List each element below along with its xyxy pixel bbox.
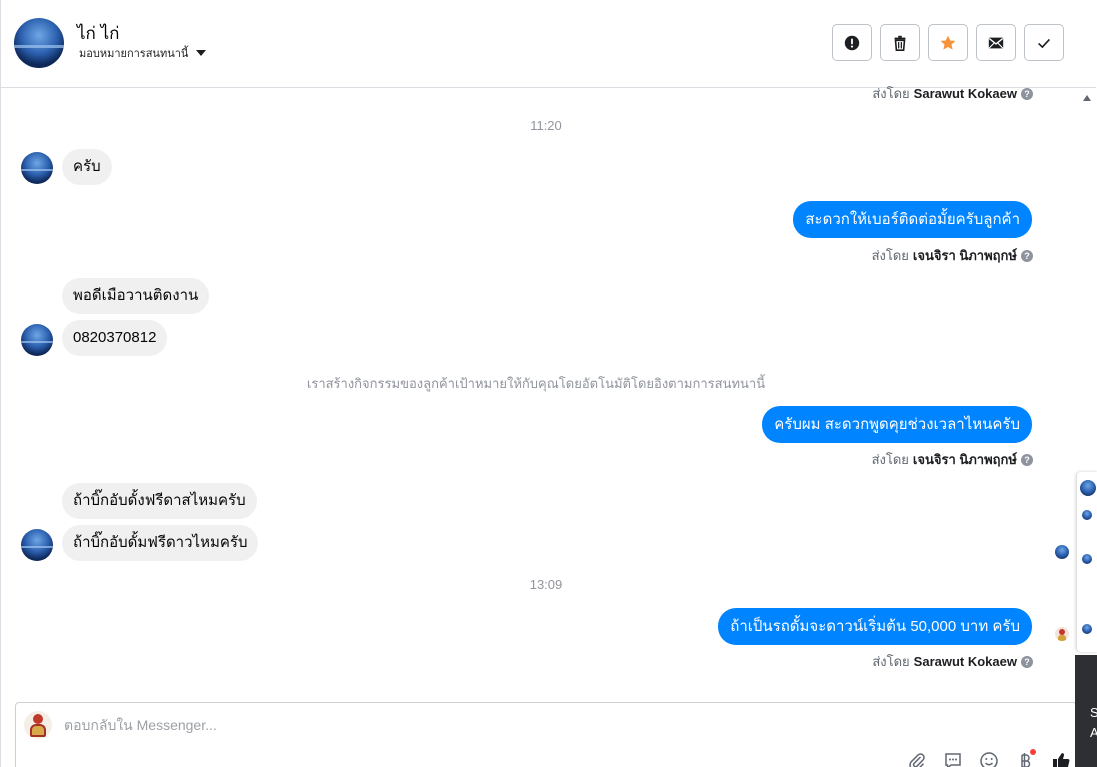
chat-head-avatar[interactable] [1082, 510, 1092, 520]
chat-head-avatar[interactable] [1082, 624, 1092, 634]
help-icon[interactable]: ? [1021, 87, 1033, 100]
paperclip-icon [909, 753, 925, 767]
sender-name: เจนจิรา นิภาพฤกษ์ [912, 248, 1017, 263]
caret-down-icon [196, 50, 207, 56]
emoji-button[interactable] [978, 751, 1000, 767]
payment-button[interactable] [1014, 749, 1036, 767]
help-icon[interactable]: ? [1021, 655, 1033, 668]
attach-button[interactable] [906, 751, 928, 767]
star-button[interactable] [928, 24, 968, 61]
incoming-message[interactable]: ครับ [62, 149, 112, 185]
sent-by-label: ส่งโดย Sarawut Kokaew ? [872, 651, 1033, 672]
trash-icon [894, 35, 906, 51]
side-chat-heads-panel[interactable] [1077, 472, 1097, 652]
contact-name[interactable]: ไก่ ไก่ [77, 20, 119, 47]
reply-composer [15, 702, 1077, 767]
assign-conversation-dropdown[interactable]: มอบหมายการสนทนานี้ [79, 44, 207, 62]
sent-by-label: ส่งโดย เจนจิรา นิภาพฤกษ์ ? [872, 245, 1033, 266]
sent-by-label: ส่งโดย Sarawut Kokaew ? [872, 83, 1033, 104]
seen-indicator-avatar [1055, 545, 1069, 559]
sent-by-label: ส่งโดย เจนจิรา นิภาพฤกษ์ ? [872, 449, 1033, 470]
scroll-up-arrow-icon[interactable] [1083, 95, 1091, 101]
envelope-icon [988, 37, 1004, 48]
like-icon [1053, 753, 1070, 767]
side-dark-panel[interactable]: S A [1075, 655, 1097, 767]
incoming-message[interactable]: 0820370812 [62, 320, 168, 356]
incoming-message[interactable]: ถ้าบิ๊กอับดั้มฟรีดาวไหมครับ [62, 525, 259, 561]
saved-reply-icon [945, 753, 961, 767]
chat-head-avatar[interactable] [1080, 480, 1096, 496]
incoming-message[interactable]: ถ้าบิ๊กอับดั้งฟรีดาสไหมครับ [62, 483, 257, 519]
exclamation-circle-icon [844, 35, 860, 50]
sender-name: Sarawut Kokaew [913, 654, 1017, 669]
outgoing-message[interactable]: ถ้าเป็นรถดั้มจะดาวน์เริ่มต้น 50,000 บาท … [718, 608, 1032, 645]
outgoing-message[interactable]: สะดวกให้เบอร์ติดต่อมั้ยครับลูกค้า [793, 201, 1032, 238]
saved-replies-button[interactable] [942, 751, 964, 767]
mark-unread-button[interactable] [976, 24, 1016, 61]
system-note: เราสร้างกิจกรรมของลูกค้าเป้าหมายให้กับคุ… [306, 376, 766, 391]
contact-avatar[interactable] [14, 18, 64, 68]
agent-read-avatar [1055, 627, 1069, 641]
like-button[interactable] [1050, 751, 1072, 767]
header-actions [832, 24, 1064, 61]
composer-tools [906, 749, 1072, 767]
contact-avatar-small [21, 324, 53, 356]
mark-spam-button[interactable] [832, 24, 872, 61]
mark-done-button[interactable] [1024, 24, 1064, 61]
help-icon[interactable]: ? [1021, 249, 1033, 262]
incoming-message[interactable]: พอดีเมือวานติดงาน [62, 278, 210, 314]
agent-avatar [24, 711, 52, 739]
reply-input[interactable] [64, 717, 964, 733]
timestamp-separator: 13:09 [529, 577, 563, 592]
conversation-view: ไก่ ไก่ มอบหมายการสนทนานี้ ส่งโดย Sarawu… [0, 0, 1097, 767]
sender-name: เจนจิรา นิภาพฤกษ์ [912, 452, 1017, 467]
checkmark-icon [1038, 38, 1050, 48]
emoji-icon [980, 752, 998, 767]
panel-fragment-text: A [1090, 725, 1097, 740]
outgoing-message[interactable]: ครับผม สะดวกพูดคุยช่วงเวลาไหนครับ [762, 406, 1032, 443]
panel-fragment-text: S [1090, 705, 1097, 720]
contact-avatar-small [21, 529, 53, 561]
timestamp-separator: 11:20 [530, 118, 562, 133]
help-icon[interactable]: ? [1021, 453, 1033, 466]
contact-avatar-small [21, 152, 53, 184]
delete-button[interactable] [880, 24, 920, 61]
star-icon [940, 35, 956, 50]
sender-name: Sarawut Kokaew [913, 86, 1017, 101]
conversation-header: ไก่ ไก่ มอบหมายการสนทนานี้ [1, 0, 1096, 88]
assign-label: มอบหมายการสนทนานี้ [79, 48, 189, 60]
notification-dot [1030, 749, 1036, 755]
chat-head-avatar[interactable] [1082, 554, 1092, 564]
message-thread[interactable]: ส่งโดย Sarawut Kokaew ? 11:20 ครับ สะดวก… [1, 86, 1079, 700]
